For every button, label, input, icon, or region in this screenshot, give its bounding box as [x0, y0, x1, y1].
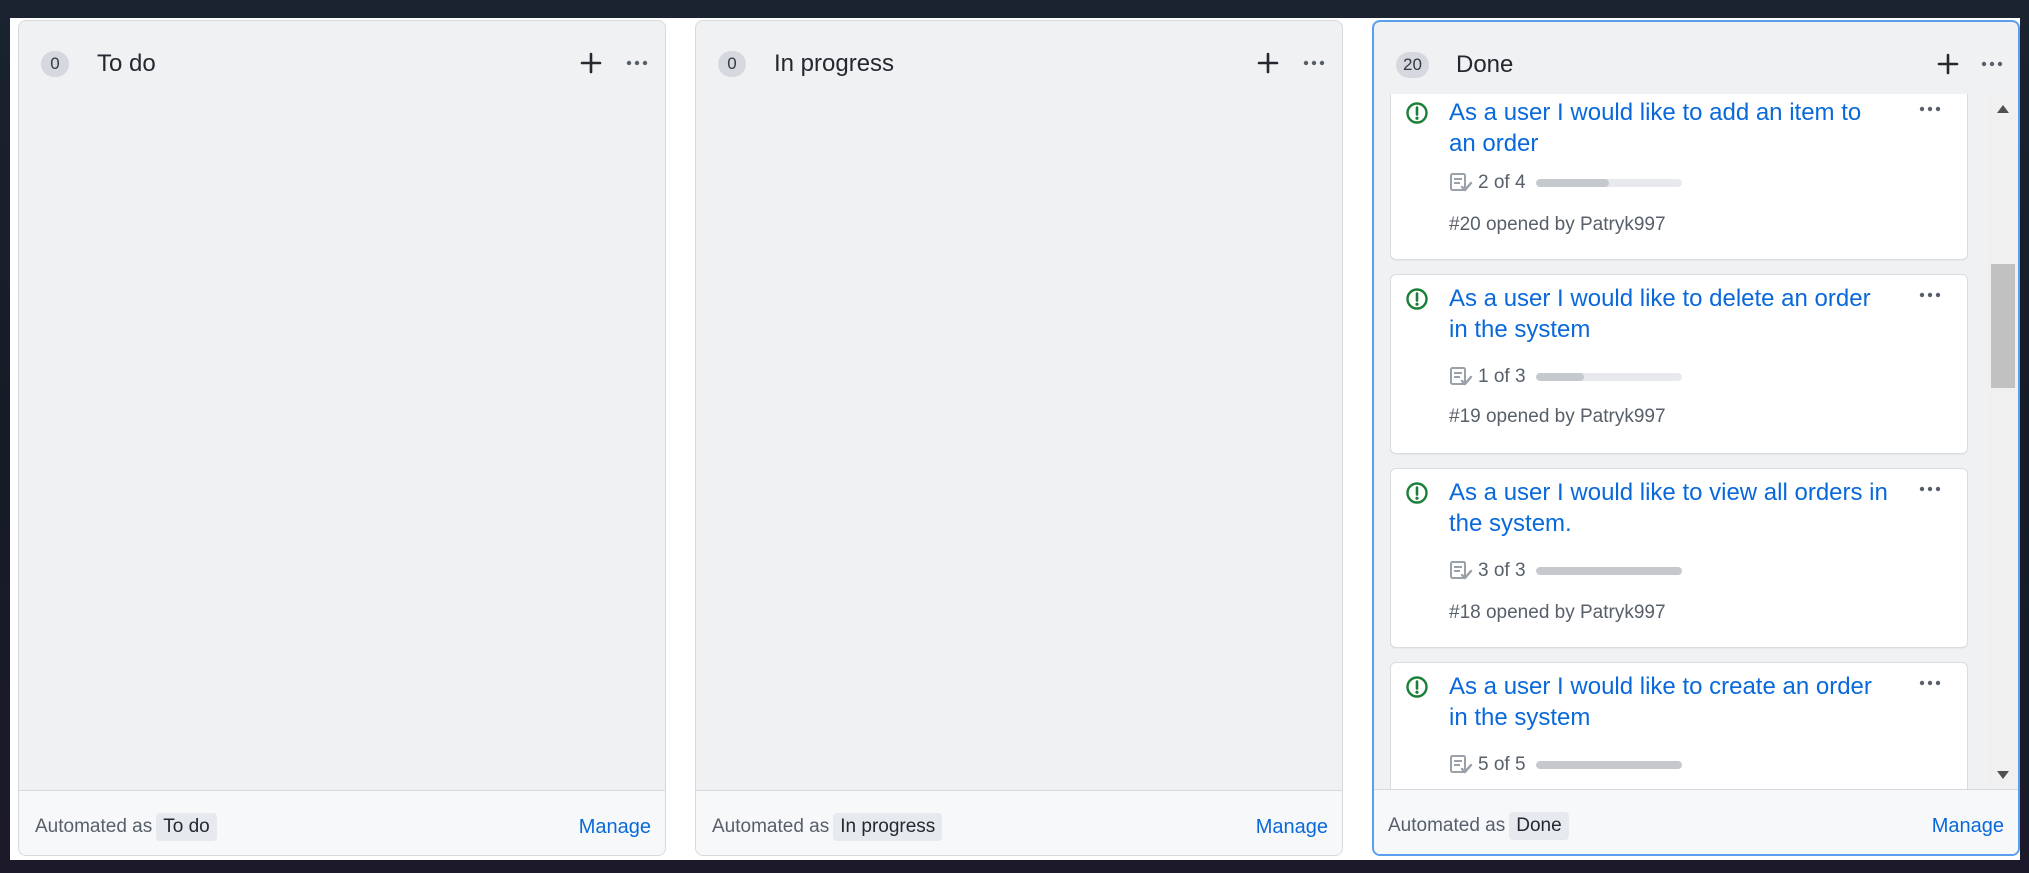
issue-card[interactable]: As a user I would like to view all order…: [1390, 468, 1968, 648]
column-header: 0 To do: [19, 21, 665, 93]
scroll-up-arrow[interactable]: [1988, 96, 2018, 122]
checklist-icon: [1450, 367, 1473, 386]
kebab-horizontal-icon: [1303, 60, 1325, 66]
column-menu-button[interactable]: [1974, 46, 2010, 82]
issue-title-link[interactable]: As a user I would like to view all order…: [1449, 477, 1889, 539]
checklist-icon: [1450, 561, 1473, 580]
column-title: In progress: [774, 50, 895, 77]
column-title: Done: [1456, 51, 1514, 78]
automation-tag: In progress: [833, 813, 943, 841]
card-menu-button[interactable]: [1915, 99, 1945, 119]
kebab-horizontal-icon: [1981, 61, 2003, 67]
project-board: 0 To do Automated as To do Manage 0 In pr…: [10, 18, 2020, 860]
manage-automation-link[interactable]: Manage: [1932, 814, 2004, 838]
issue-opened-icon: [1406, 482, 1428, 504]
task-progress-fill: [1535, 179, 1609, 187]
task-progress: 5 of 5: [1449, 753, 1682, 777]
issue-card[interactable]: As a user I would like to delete an orde…: [1390, 274, 1968, 454]
add-card-button[interactable]: [1930, 46, 1966, 82]
task-progress-bar: [1535, 179, 1682, 187]
issue-title-link[interactable]: As a user I would like to delete an orde…: [1449, 283, 1889, 345]
task-count: 2 of 4: [1478, 172, 1526, 193]
card-count-badge: 0: [41, 51, 69, 77]
issue-card[interactable]: As a user I would like to add an item to…: [1390, 94, 1968, 260]
card-count-badge: 0: [718, 51, 746, 77]
issue-opened-icon: [1406, 676, 1428, 698]
add-card-button[interactable]: [1250, 45, 1286, 81]
add-card-button[interactable]: [573, 45, 609, 81]
column-header: 20 Done: [1374, 22, 2018, 94]
column-footer: Automated as To do Manage: [19, 790, 665, 855]
issue-title-link[interactable]: As a user I would like to add an item to…: [1449, 97, 1889, 159]
automation-status: Automated as Done: [1388, 812, 1569, 840]
issue-card[interactable]: As a user I would like to create an orde…: [1390, 662, 1968, 790]
kebab-horizontal-icon: [1919, 680, 1941, 686]
plus-icon: [1937, 53, 1959, 75]
checklist-icon: [1450, 755, 1473, 774]
column-title: To do: [97, 50, 156, 77]
task-progress-fill: [1535, 373, 1585, 381]
kebab-horizontal-icon: [626, 60, 648, 66]
kebab-horizontal-icon: [1919, 486, 1941, 492]
issue-meta: #18 opened by Patryk997: [1449, 602, 1666, 623]
manage-automation-link[interactable]: Manage: [579, 815, 651, 839]
automation-prefix: Automated as: [1388, 815, 1506, 836]
plus-icon: [1257, 52, 1279, 74]
task-progress: 3 of 3: [1449, 559, 1682, 583]
checklist-icon: [1450, 173, 1473, 192]
manage-automation-link[interactable]: Manage: [1256, 815, 1328, 839]
issue-title-link[interactable]: As a user I would like to create an orde…: [1449, 671, 1889, 733]
task-count: 5 of 5: [1478, 754, 1526, 775]
card-count-badge: 20: [1396, 52, 1429, 78]
automation-tag: Done: [1509, 812, 1569, 840]
task-progress-fill: [1535, 761, 1682, 769]
column-menu-button[interactable]: [619, 45, 655, 81]
task-progress: 1 of 3: [1449, 365, 1682, 389]
triangle-down-icon: [1997, 771, 2009, 779]
card-menu-button[interactable]: [1915, 479, 1945, 499]
automation-prefix: Automated as: [712, 816, 830, 837]
scroll-thumb[interactable]: [1991, 264, 2015, 388]
task-progress: 2 of 4: [1449, 171, 1682, 195]
kebab-horizontal-icon: [1919, 106, 1941, 112]
task-progress-fill: [1535, 567, 1682, 575]
column-done: 20 Done As a user I would like to add an…: [1372, 20, 2020, 856]
scroll-down-arrow[interactable]: [1988, 762, 2018, 788]
triangle-up-icon: [1997, 105, 2009, 113]
automation-status: Automated as To do: [35, 813, 217, 841]
task-count: 3 of 3: [1478, 560, 1526, 581]
issue-opened-icon: [1406, 102, 1428, 124]
issue-meta: #20 opened by Patryk997: [1449, 214, 1666, 235]
automation-status: Automated as In progress: [712, 813, 943, 841]
column-in-progress: 0 In progress Automated as In progress Ma…: [695, 20, 1343, 856]
column-cards-area: [19, 93, 665, 791]
column-header: 0 In progress: [696, 21, 1342, 93]
plus-icon: [580, 52, 602, 74]
task-progress-bar: [1535, 761, 1682, 769]
automation-tag: To do: [156, 813, 217, 841]
kebab-horizontal-icon: [1919, 292, 1941, 298]
automation-prefix: Automated as: [35, 816, 153, 837]
card-menu-button[interactable]: [1915, 673, 1945, 693]
column-footer: Automated as In progress Manage: [696, 790, 1342, 855]
task-progress-bar: [1535, 373, 1682, 381]
column-cards-area: [696, 93, 1342, 791]
issue-meta: #19 opened by Patryk997: [1449, 406, 1666, 427]
column-to-do: 0 To do Automated as To do Manage: [18, 20, 666, 856]
column-menu-button[interactable]: [1296, 45, 1332, 81]
column-scrollbar[interactable]: [1988, 94, 2018, 790]
column-cards-area: As a user I would like to add an item to…: [1374, 94, 2018, 790]
task-count: 1 of 3: [1478, 366, 1526, 387]
task-progress-bar: [1535, 567, 1682, 575]
issue-opened-icon: [1406, 288, 1428, 310]
card-menu-button[interactable]: [1915, 285, 1945, 305]
column-footer: Automated as Done Manage: [1374, 789, 2018, 854]
